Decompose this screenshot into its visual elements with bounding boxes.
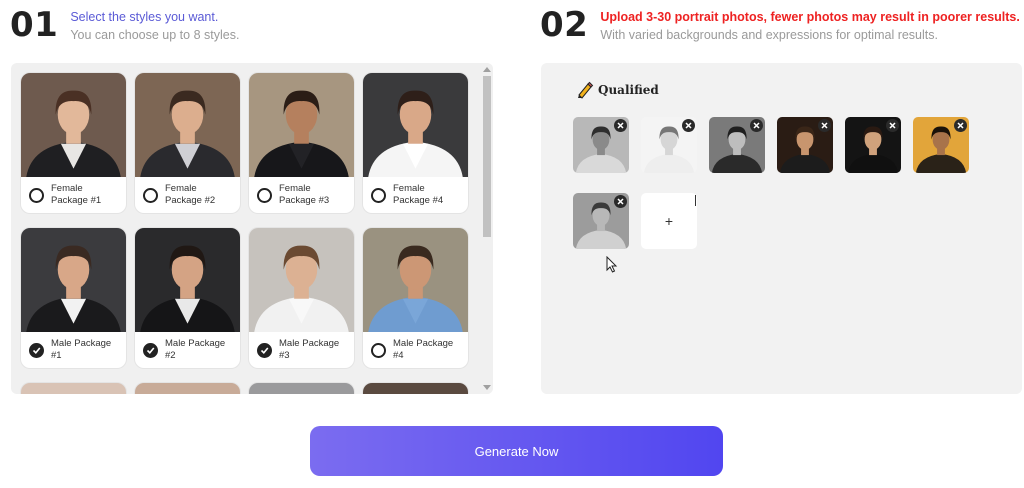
- checked-radio-icon[interactable]: [29, 342, 44, 358]
- generate-now-button[interactable]: Generate Now: [310, 426, 723, 476]
- scroll-down-arrow-icon[interactable]: [483, 385, 491, 390]
- style-card[interactable]: Male Package #1: [21, 228, 126, 368]
- style-label: Female Package #4: [393, 183, 444, 206]
- uploaded-photo-6[interactable]: [913, 117, 969, 173]
- remove-photo-icon[interactable]: [614, 195, 627, 208]
- mouse-cursor-icon: [606, 256, 618, 273]
- style-card[interactable]: [21, 383, 126, 394]
- remove-photo-icon[interactable]: [886, 119, 899, 132]
- style-photo: [363, 73, 468, 177]
- pencil-icon: [578, 81, 594, 99]
- style-card[interactable]: [363, 383, 468, 394]
- add-photo-button[interactable]: +: [641, 193, 697, 249]
- radio-icon[interactable]: [257, 187, 272, 203]
- qualified-label: Qualified: [598, 83, 659, 97]
- remove-photo-icon[interactable]: [614, 119, 627, 132]
- step-1-number: 01: [10, 5, 59, 45]
- remove-photo-icon[interactable]: [818, 119, 831, 132]
- step-2-number: 02: [540, 5, 589, 45]
- checked-radio-icon[interactable]: [143, 342, 158, 358]
- style-photo: [21, 228, 126, 332]
- radio-icon[interactable]: [371, 187, 386, 203]
- uploaded-photo-7[interactable]: [573, 193, 629, 249]
- step-1-title: Select the styles you want.: [70, 10, 219, 24]
- style-card[interactable]: Female Package #2: [135, 73, 240, 213]
- style-card[interactable]: [135, 383, 240, 394]
- style-photo: [21, 73, 126, 177]
- upload-panel[interactable]: Qualified +: [541, 63, 1022, 394]
- step-2-title: Upload 3-30 portrait photos, fewer photo…: [600, 10, 1020, 24]
- style-label: Female Package #2: [165, 183, 216, 206]
- style-label: Male Package #4: [393, 338, 454, 361]
- style-card[interactable]: Female Package #4: [363, 73, 468, 213]
- remove-photo-icon[interactable]: [682, 119, 695, 132]
- step-1-header: 01 Select the styles you want. You can c…: [10, 4, 239, 46]
- step-2-subtitle: With varied backgrounds and expressions …: [600, 28, 938, 42]
- style-card[interactable]: [249, 383, 354, 394]
- style-photo: [363, 228, 468, 332]
- style-card[interactable]: Female Package #1: [21, 73, 126, 213]
- uploaded-photo-2[interactable]: [641, 117, 697, 173]
- style-card[interactable]: Male Package #3: [249, 228, 354, 368]
- qualified-header: Qualified: [576, 81, 659, 99]
- radio-icon[interactable]: [143, 187, 158, 203]
- remove-photo-icon[interactable]: [954, 119, 967, 132]
- style-photo: [135, 228, 240, 332]
- style-label: Male Package #3: [279, 338, 340, 361]
- style-label: Male Package #2: [165, 338, 226, 361]
- scroll-up-arrow-icon[interactable]: [483, 67, 491, 72]
- scrollbar-thumb[interactable]: [483, 76, 491, 237]
- remove-photo-icon[interactable]: [750, 119, 763, 132]
- radio-icon[interactable]: [29, 187, 44, 203]
- step-2-header: 02 Upload 3-30 portrait photos, fewer ph…: [540, 4, 1020, 46]
- uploaded-photo-3[interactable]: [709, 117, 765, 173]
- text-caret: [695, 195, 696, 206]
- style-selection-panel[interactable]: Female Package #1 Female Package #2 Female…: [11, 63, 493, 394]
- radio-icon[interactable]: [371, 342, 386, 358]
- style-label: Female Package #3: [279, 183, 330, 206]
- style-label: Male Package #1: [51, 338, 112, 361]
- checked-radio-icon[interactable]: [257, 342, 272, 358]
- style-photo: [249, 73, 354, 177]
- style-photo: [135, 73, 240, 177]
- style-card[interactable]: Male Package #4: [363, 228, 468, 368]
- uploaded-photo-4[interactable]: [777, 117, 833, 173]
- style-card[interactable]: Male Package #2: [135, 228, 240, 368]
- step-1-subtitle: You can choose up to 8 styles.: [70, 28, 240, 42]
- uploaded-photo-1[interactable]: [573, 117, 629, 173]
- style-photo: [249, 228, 354, 332]
- style-label: Female Package #1: [51, 183, 102, 206]
- uploaded-photo-5[interactable]: [845, 117, 901, 173]
- style-card[interactable]: Female Package #3: [249, 73, 354, 213]
- scrollbar[interactable]: [481, 63, 493, 394]
